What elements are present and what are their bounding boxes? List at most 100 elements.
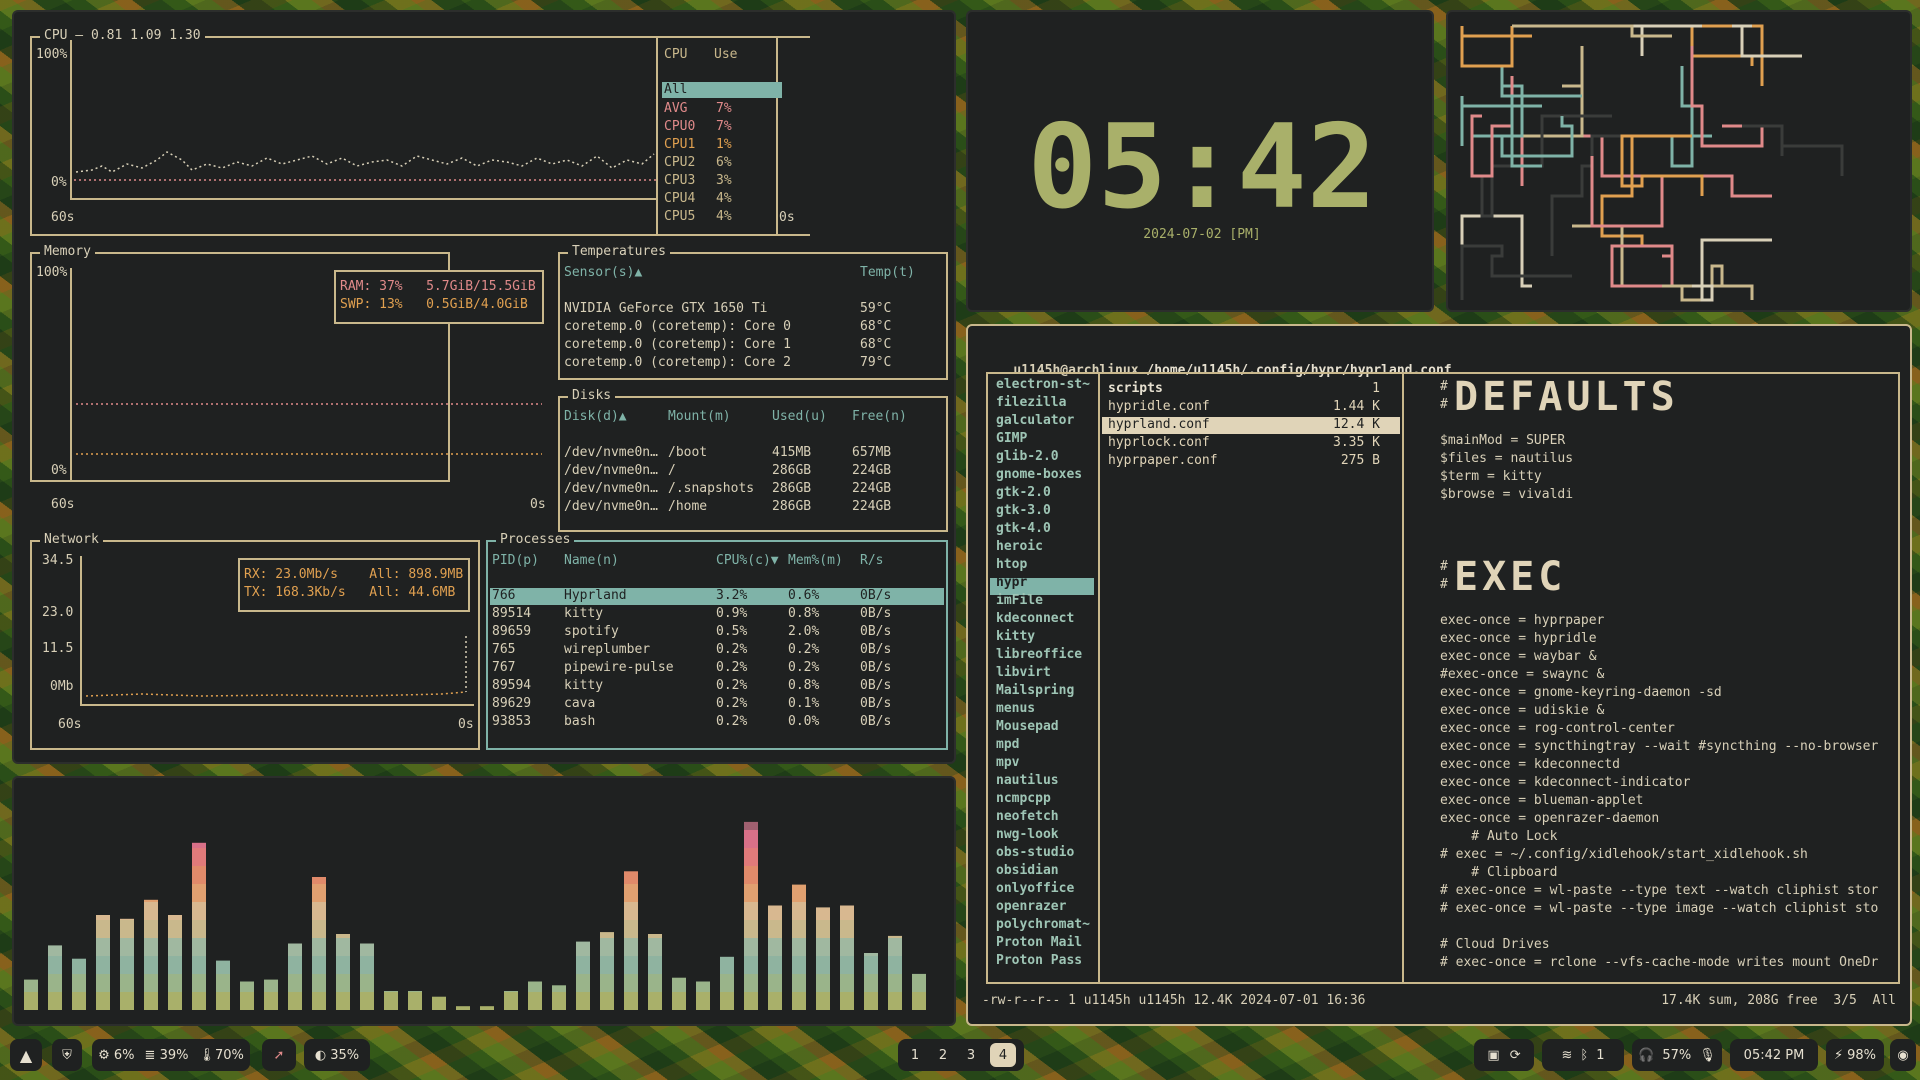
fm-dir-item[interactable]: gnome-boxes [996,466,1082,484]
network-status[interactable]: ≋ ᛒ 1 [1542,1039,1624,1071]
fm-dir-item[interactable]: nwg-look [996,826,1059,844]
toggle-icon: ◉ [1897,1047,1909,1063]
fm-file-name[interactable]: scripts [1108,380,1163,398]
cpu-row-cpu4-use: 4% [716,191,732,206]
preview-heading-defaults: DEFAULTS [1454,374,1679,420]
cpu-row-cpu4: CPU4 [664,191,696,206]
fm-dir-item[interactable]: Mailspring [996,682,1074,700]
thermometer-icon: 🌡 [198,1047,215,1063]
visualizer-bar [696,981,710,992]
fm-dir-item[interactable]: Proton Mail [996,934,1082,952]
fm-dir-item[interactable]: mpv [996,754,1019,772]
visualizer-bar [24,979,38,992]
visualizer-bar [768,992,782,1010]
workspace-1[interactable]: 1 [902,1043,928,1067]
fm-dir-item[interactable]: nautilus [996,772,1059,790]
visualizer-bar [888,935,902,938]
proc-row-4-col-0: 767 [492,660,516,675]
fm-dir-item[interactable]: openrazer [996,898,1066,916]
visualizer-bar [792,956,806,974]
preview-line: $mainMod = SUPER [1440,433,1566,448]
fm-dir-item[interactable]: neofetch [996,808,1059,826]
fm-dir-item[interactable]: kitty [996,628,1035,646]
fm-dir-item[interactable]: ncmpcpp [996,790,1051,808]
fm-file-name[interactable]: hyprlock.conf [1108,434,1210,452]
fm-dir-item[interactable]: Proton Pass [996,952,1082,970]
workspace-2[interactable]: 2 [930,1043,956,1067]
visualizer-bar [528,981,542,992]
audio-status[interactable]: 🎧 57% 🎙 [1632,1039,1722,1071]
proc-row-2-col-2: 0.5% [716,624,748,639]
network-title: Network [40,533,103,547]
fm-dir-item[interactable]: galculator [996,412,1074,430]
cpu-row-cpu0: CPU0 [664,119,696,134]
disk-row-1-free: 224GB [852,463,892,478]
workspace-4-active[interactable]: 4 [990,1043,1016,1067]
fm-dir-item[interactable]: gtk-3.0 [996,502,1051,520]
fm-file-name[interactable]: hyprland.conf [1108,416,1210,434]
power-toggle[interactable]: ◉ [1890,1039,1916,1071]
fm-dir-item[interactable]: gtk-2.0 [996,484,1051,502]
fm-dir-item[interactable]: electron-st~ [996,376,1090,394]
battery-status[interactable]: ⚡ 98% [1826,1039,1884,1071]
proc-row-2-col-0: 89659 [492,624,532,639]
fm-dir-item[interactable]: hypr [996,574,1027,592]
proc-row-2-col-4: 0B/s [860,624,892,639]
fm-dir-item[interactable]: glib-2.0 [996,448,1059,466]
visualizer-bar [312,956,326,974]
fm-file-size: 1.44 K [1333,399,1380,414]
visualizer-bar [96,915,110,920]
temp-row-0-temp: 59°C [860,301,892,316]
cpu-row-all[interactable]: All [662,82,782,98]
visualizer-bar [792,992,806,1010]
proc-row-2-col-1: spotify [564,624,619,639]
preview-line: exec-once = rog-control-center [1440,721,1675,736]
pipe-segment [1692,238,1772,302]
fm-dir-item[interactable]: kdeconnect [996,610,1074,628]
fm-file-name[interactable]: hypridle.conf [1108,398,1210,416]
visualizer-bar [216,960,230,974]
launcher-button[interactable]: ▲ [10,1039,42,1071]
preview-line: # exec-once = rclone --vfs-cache-mode wr… [1440,955,1879,970]
fm-dir-item[interactable]: polychromat~ [996,916,1090,934]
memory-ram: RAM: 37% 5.7GiB/15.5GiB [340,279,536,294]
proc-row-5-col-1: kitty [564,678,604,693]
preview-line: exec-once = udiskie & [1440,703,1605,718]
clock-widget[interactable]: 05:42 PM [1730,1039,1818,1071]
visualizer-bar [288,956,302,974]
disks-header-disk: Disk(d)▲ [564,409,627,424]
visualizer-bar [864,974,878,992]
temp-stat: 🌡70% [198,1048,243,1063]
fm-file-name[interactable]: hyprpaper.conf [1108,452,1218,470]
visualizer-bar [888,938,902,956]
fm-dir-item[interactable]: obsidian [996,862,1059,880]
fm-dir-item[interactable]: menus [996,700,1035,718]
fm-dir-item[interactable]: filezilla [996,394,1066,412]
security-button[interactable]: ⛨ [52,1039,82,1071]
fm-dir-item[interactable]: Mousepad [996,718,1059,736]
fm-dir-item[interactable]: mpd [996,736,1019,754]
visualizer-bar [648,974,662,992]
cpu-x-left: 60s [51,210,75,225]
workspace-3[interactable]: 3 [958,1043,984,1067]
fm-dir-item[interactable]: libvirt [996,664,1051,682]
fm-dir-item[interactable]: obs-studio [996,844,1074,862]
fm-dir-item[interactable]: GIMP [996,430,1027,448]
fm-dir-item[interactable]: libreoffice [996,646,1082,664]
visualizer-bar [336,938,350,956]
clock-window: 05:42 2024-07-02 [PM] [966,10,1434,312]
visualizer-bar [120,992,134,1010]
system-stats[interactable]: ⚙ 6% ≣ 39% 🌡70% [92,1039,250,1071]
fm-dir-item[interactable]: htop [996,556,1027,574]
temperatures-title: Temperatures [568,245,670,259]
cpu-row-cpu1: CPU1 [664,137,696,152]
fm-dir-item[interactable]: heroic [996,538,1043,556]
fm-dir-item[interactable]: gtk-4.0 [996,520,1051,538]
tray[interactable]: ▣ ⟳ [1474,1039,1534,1071]
rocket-button[interactable]: ➚ [262,1039,296,1071]
fm-dir-item[interactable]: imFile [996,592,1043,610]
brightness-control[interactable]: ◐ 35% [304,1039,370,1071]
proc-header-rs: R/s [860,553,884,568]
fm-dir-item[interactable]: onlyoffice [996,880,1074,898]
visualizer-bar [768,905,782,920]
